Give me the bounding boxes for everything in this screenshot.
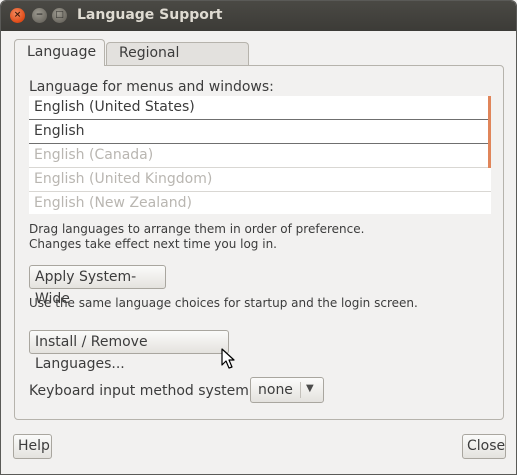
apply-system-wide-button[interactable]: Apply System-Wide <box>29 265 166 307</box>
window-maximize-button[interactable]: □ <box>52 8 67 23</box>
chevron-down-icon[interactable]: ▼ <box>306 383 314 394</box>
keyboard-input-method-select[interactable]: none ▼ <box>250 377 324 403</box>
language-list[interactable]: English (United States) English English … <box>29 96 491 214</box>
language-list-label: Language for menus and windows: <box>29 79 274 95</box>
title-bar[interactable]: × − □ Language Support <box>1 1 516 31</box>
install-remove-languages-button[interactable]: Install / Remove Languages... <box>29 330 229 372</box>
window-minimize-button[interactable]: − <box>32 8 47 23</box>
language-list-scrollbar[interactable] <box>488 96 491 168</box>
mouse-pointer-icon <box>221 348 235 369</box>
window-close-button[interactable]: × <box>10 8 25 23</box>
keyboard-input-method-value: none <box>258 382 293 398</box>
apply-note-text: Use the same language choices for startu… <box>29 296 418 310</box>
help-button[interactable]: Help <box>13 434 52 459</box>
combo-divider <box>300 382 301 398</box>
language-tab-panel: Language for menus and windows: English … <box>14 65 504 420</box>
drag-help-text: Drag languages to arrange them in order … <box>29 222 364 252</box>
language-support-window: × − □ Language Support Language Regional… <box>0 0 517 475</box>
keyboard-input-method-label: Keyboard input method system: <box>29 383 254 399</box>
language-list-item[interactable]: English (United States) <box>29 96 491 120</box>
close-button[interactable]: Close <box>462 434 506 459</box>
drag-help-line: Changes take effect next time you log in… <box>29 237 277 251</box>
language-list-item[interactable]: English (United Kingdom) <box>29 168 491 192</box>
tab-language[interactable]: Language <box>14 39 105 66</box>
language-list-item[interactable]: English <box>29 120 491 144</box>
language-list-item[interactable]: English (New Zealand) <box>29 192 491 215</box>
tab-regional-formats[interactable]: Regional Formats <box>106 42 249 82</box>
language-list-item[interactable]: English (Canada) <box>29 144 491 168</box>
drag-help-line: Drag languages to arrange them in order … <box>29 222 365 236</box>
window-title: Language Support <box>77 7 223 23</box>
